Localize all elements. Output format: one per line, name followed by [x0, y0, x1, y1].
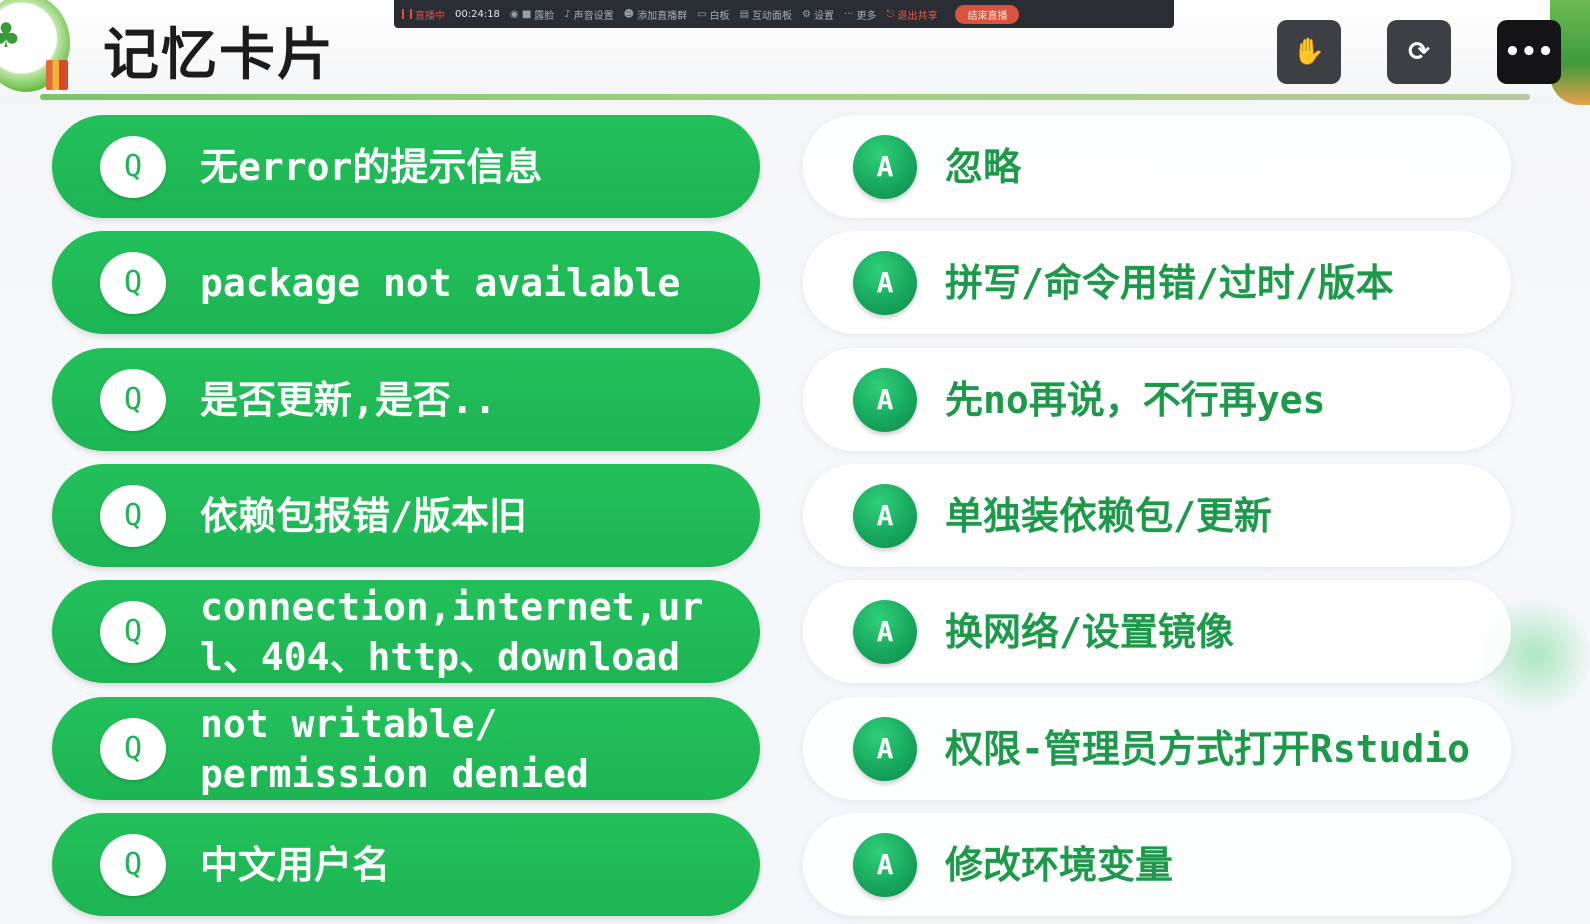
question-card: Q package not available — [52, 231, 760, 334]
answer-badge: A — [853, 483, 917, 548]
microphone-icon: ♪ — [564, 8, 571, 20]
translate-button[interactable]: ✋ — [1277, 20, 1341, 84]
question-badge: Q — [100, 833, 166, 896]
chat-icon: ▤ — [739, 8, 750, 20]
toolbar-item-more[interactable]: ··· 更多 — [844, 7, 877, 22]
question-badge: Q — [100, 717, 166, 780]
answer-card: A 权限-管理员方式打开Rstudio — [803, 697, 1511, 800]
toolbar-label: 声音设置 — [573, 10, 614, 22]
question-card: Q 是否更新,是否.. — [52, 348, 760, 451]
answer-text: 修改环境变量 — [945, 842, 1174, 887]
answer-card: A 先no再说，不行再yes — [803, 348, 1511, 451]
live-label: 直播中 — [415, 10, 445, 22]
answer-badge: A — [853, 716, 917, 781]
page-title: 记忆卡片 — [103, 23, 335, 88]
more-options-button[interactable]: ••• — [1497, 20, 1561, 84]
live-indicator: 直播中 — [402, 7, 445, 22]
live-bars-icon — [402, 9, 412, 19]
toolbar-label: 露脸 — [534, 10, 555, 22]
answer-text: 单独装依赖包/更新 — [945, 493, 1272, 538]
answer-text: 忽略 — [945, 144, 1022, 189]
answer-badge: A — [853, 367, 917, 432]
toolbar-item-group[interactable]: ☻ 添加直播群 — [624, 7, 687, 22]
whiteboard-icon: ▭ — [697, 8, 707, 20]
more-dots-icon: ··· — [843, 8, 854, 20]
answer-badge: A — [853, 250, 917, 315]
question-card: Q connection,internet,ur l、404、http、down… — [52, 580, 760, 683]
answer-badge: A — [853, 599, 917, 664]
answer-badge: A — [853, 832, 917, 897]
toolbar-label: 更多 — [856, 10, 877, 22]
toolbar-label: 设置 — [813, 10, 834, 22]
rotate-icon: ⟳ — [1408, 37, 1430, 67]
toolbar-item-whiteboard[interactable]: ▭ 白板 — [697, 7, 729, 22]
question-text: 是否更新,是否.. — [200, 377, 497, 422]
answer-card: A 单独装依赖包/更新 — [803, 464, 1511, 567]
question-badge: Q — [100, 600, 166, 663]
exit-share-label: 退出共享 — [897, 10, 938, 22]
answer-card: A 忽略 — [803, 115, 1511, 218]
live-timer: 00:24:18 — [455, 8, 500, 20]
question-card: Q 无error的提示信息 — [52, 115, 760, 218]
answer-text: 权限-管理员方式打开Rstudio — [945, 726, 1471, 771]
question-text: 无error的提示信息 — [200, 144, 543, 189]
logo-bars-icon — [46, 60, 68, 90]
toolbar-item-camera[interactable]: ◉ ■ 露脸 — [510, 7, 554, 22]
question-card: Q 中文用户名 — [52, 813, 760, 916]
translate-icon: ✋ — [1292, 37, 1326, 67]
question-card: Q 依赖包报错/版本旧 — [52, 464, 760, 567]
answer-badge: A — [853, 134, 917, 199]
camera-icon: ◉ ■ — [509, 8, 532, 20]
exit-icon: ⎋ — [886, 8, 895, 20]
answer-card: A 修改环境变量 — [803, 813, 1511, 916]
toolbar-item-interact[interactable]: ▤ 互动面板 — [740, 7, 792, 22]
question-badge: Q — [100, 484, 166, 547]
live-toolbar: 直播中 00:24:18 ◉ ■ 露脸 ♪ 声音设置 ☻ 添加直播群 ▭ 白板 … — [394, 0, 1174, 28]
question-text: 依赖包报错/版本旧 — [200, 493, 527, 538]
toolbar-label: 互动面板 — [752, 10, 793, 22]
rotate-button[interactable]: ⟳ — [1387, 20, 1451, 84]
toolbar-label: 添加直播群 — [637, 10, 688, 22]
toolbar-item-audio[interactable]: ♪ 声音设置 — [564, 7, 613, 22]
toolbar-label: 白板 — [709, 10, 730, 22]
question-text: 中文用户名 — [200, 842, 391, 887]
answer-card: A 拼写/命令用错/过时/版本 — [803, 231, 1511, 334]
question-badge: Q — [100, 368, 166, 431]
question-badge: Q — [100, 251, 166, 314]
more-dots-icon: ••• — [1504, 37, 1554, 67]
question-badge: Q — [100, 135, 166, 198]
question-text: not writable/ permission denied — [200, 701, 589, 796]
question-text: package not available — [200, 260, 681, 305]
answer-card: A 换网络/设置镜像 — [803, 580, 1511, 683]
question-text: connection,internet,ur l、404、http、downlo… — [200, 584, 704, 679]
gear-icon: ⚙ — [802, 8, 811, 20]
answer-text: 先no再说，不行再yes — [945, 377, 1326, 422]
answer-text: 换网络/设置镜像 — [945, 609, 1234, 654]
group-icon: ☻ — [623, 8, 635, 20]
header-divider — [40, 94, 1530, 100]
answer-text: 拼写/命令用错/过时/版本 — [945, 260, 1394, 305]
end-live-button[interactable]: 结束直播 — [955, 4, 1020, 24]
question-card: Q not writable/ permission denied — [52, 697, 760, 800]
toolbar-item-settings[interactable]: ⚙ 设置 — [802, 7, 834, 22]
exit-share-button[interactable]: ⎋ 退出共享 — [887, 7, 938, 22]
tree-icon: ♣ — [0, 16, 22, 56]
